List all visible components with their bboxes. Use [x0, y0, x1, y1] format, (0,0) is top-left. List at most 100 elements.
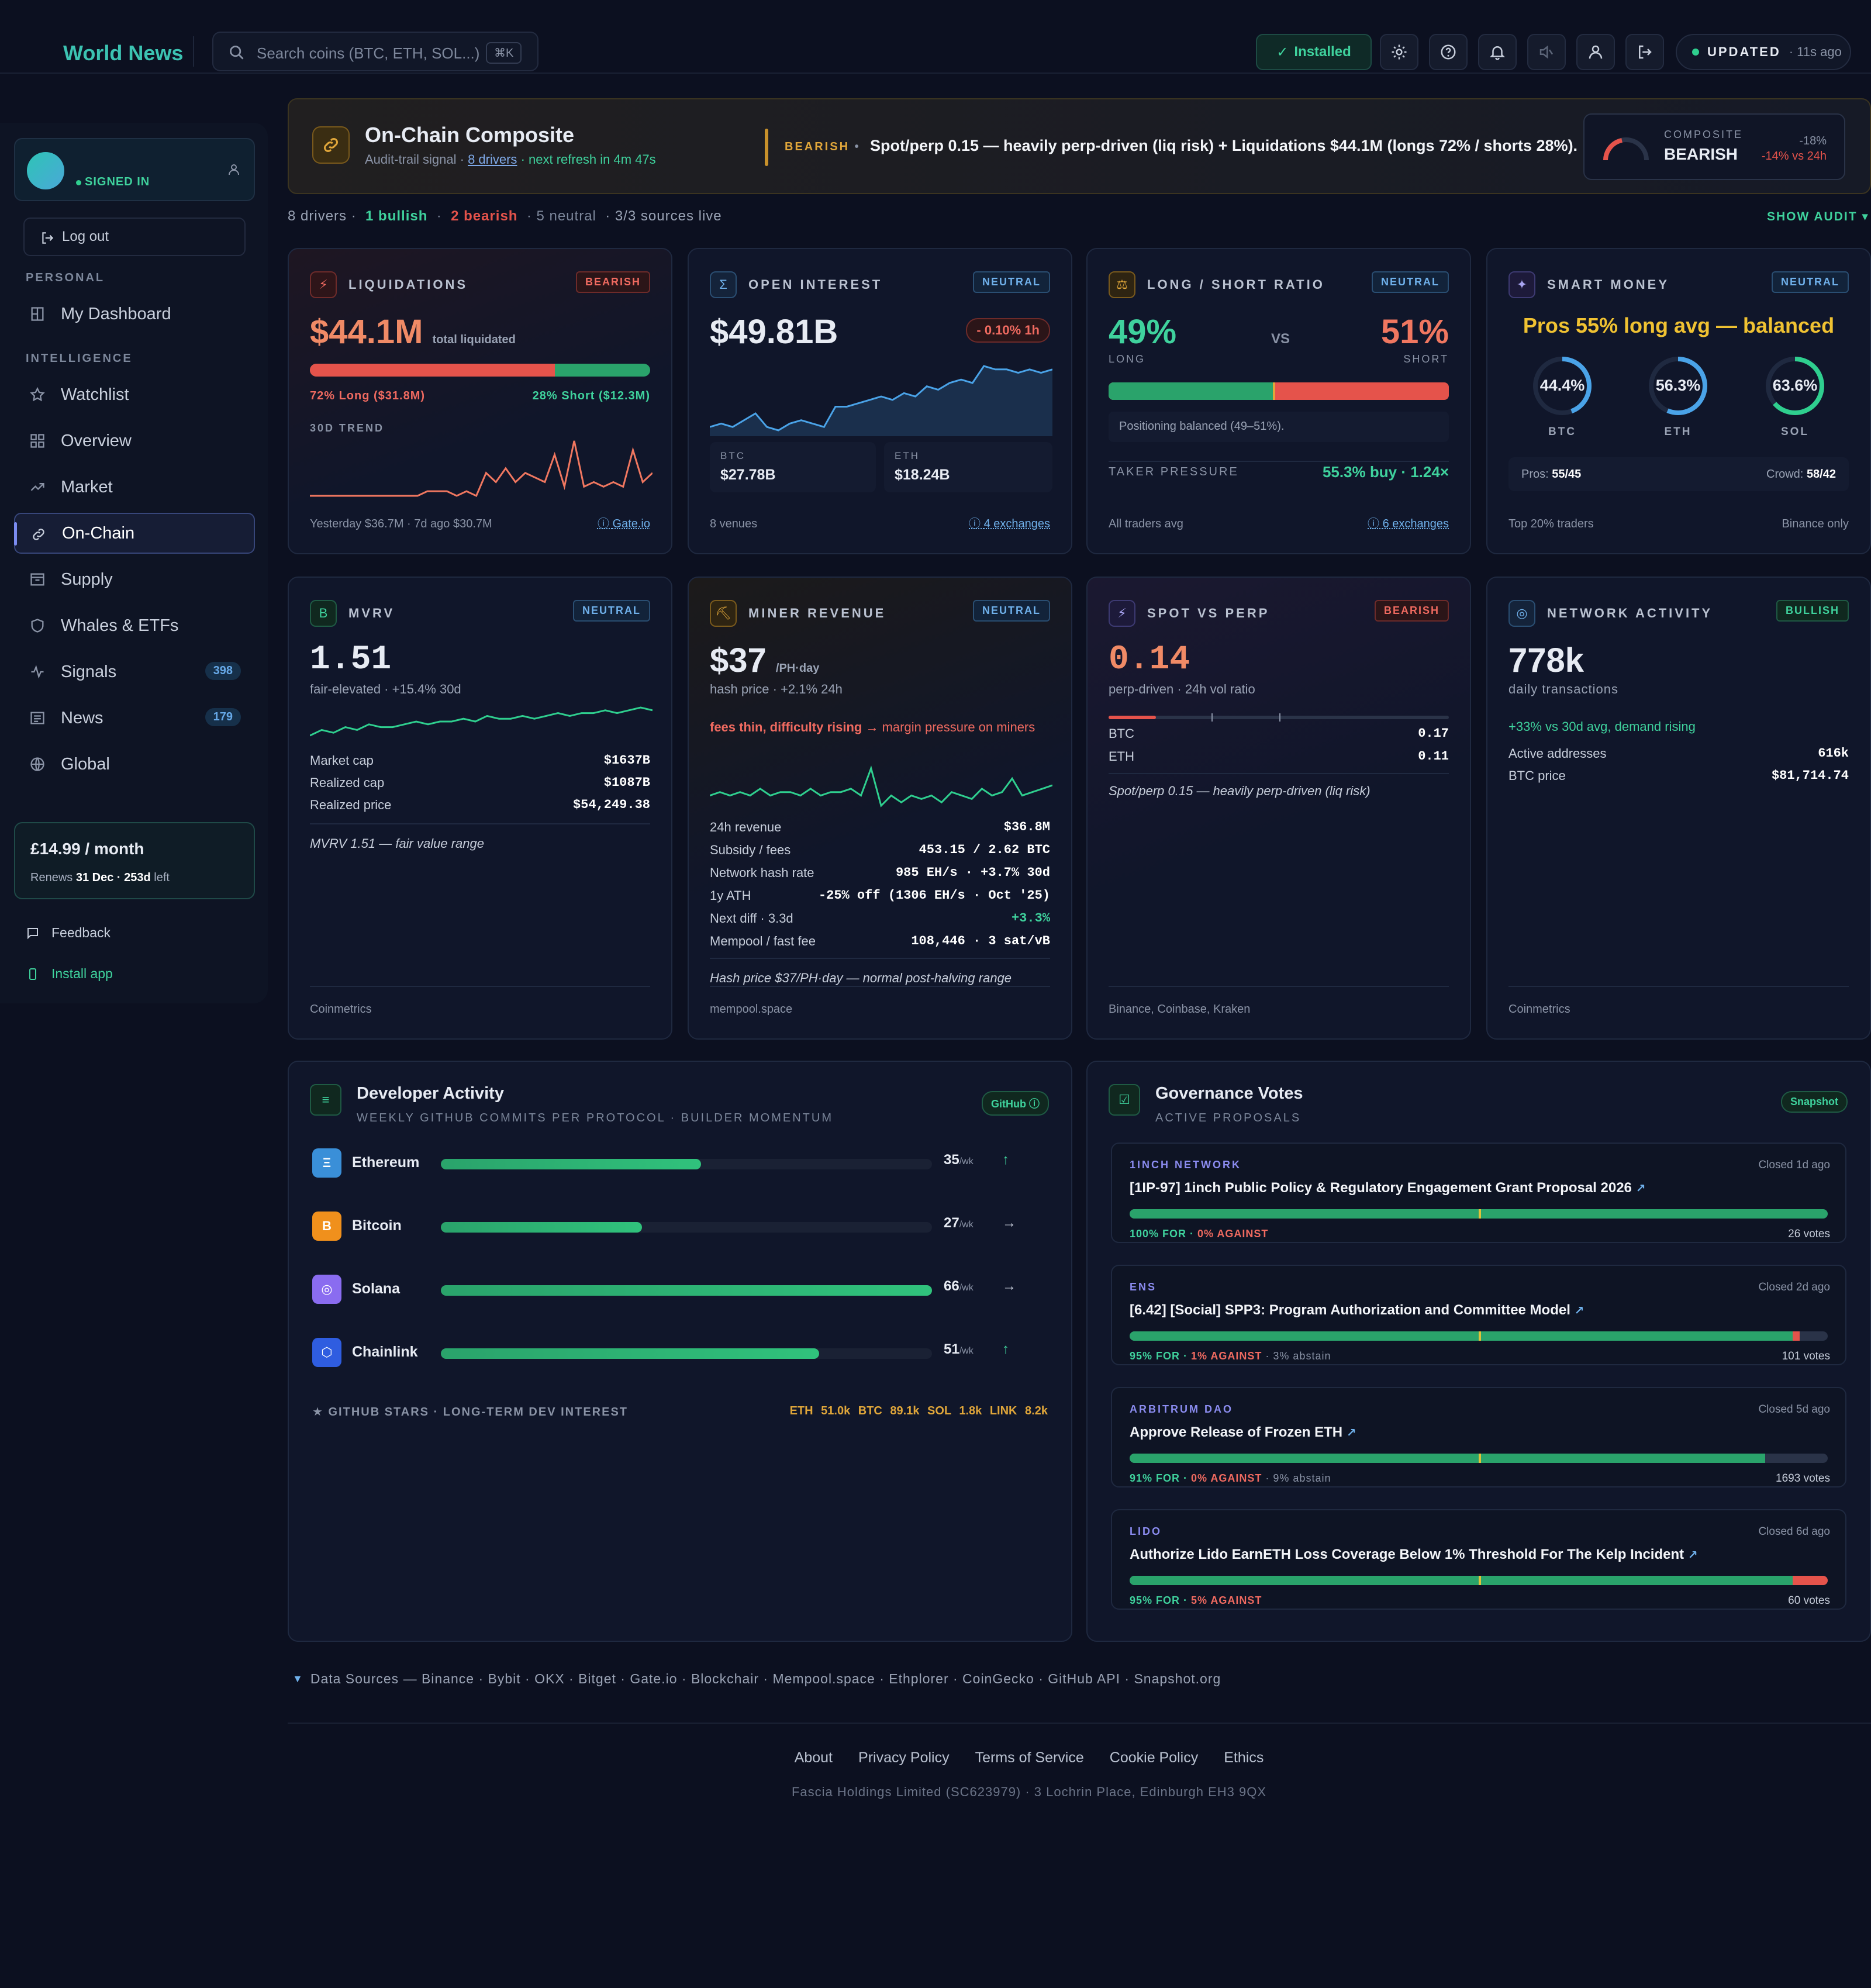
profile-button[interactable] [1576, 34, 1615, 70]
neutral-count: · 5 neutral [526, 208, 596, 224]
proposal-org: ENS [1130, 1281, 1157, 1293]
vote-split: 100% FOR · 0% AGAINST [1130, 1228, 1269, 1240]
sidebar-item-global[interactable]: Global [14, 744, 255, 785]
proposal-title[interactable]: Authorize Lido EarnETH Loss Coverage Bel… [1130, 1547, 1698, 1563]
liquidations-card[interactable]: ⚡ LIQUIDATIONS BEARISH $44.1M total liqui… [288, 248, 672, 554]
dev-row-ethereum[interactable]: Ξ Ethereum 35/wk ↑ [312, 1146, 1048, 1180]
source-link[interactable]: ⓘ 4 exchanges [969, 514, 1050, 531]
status-badge: NEUTRAL [973, 271, 1050, 293]
stars-eth: ETH 51.0k [789, 1404, 851, 1417]
search-input[interactable]: Search coins (BTC, ETH, SOL...) ⌘K [212, 32, 538, 71]
drivers-link[interactable]: 8 drivers [468, 152, 517, 167]
positioning-note: Positioning balanced (49–51%). [1109, 412, 1449, 442]
sparkline-path [710, 765, 1052, 807]
github-badge[interactable]: GitHub ⓘ [982, 1091, 1049, 1116]
user-card[interactable]: SIGNED IN [14, 138, 255, 201]
sidebar-item-market[interactable]: Market [14, 467, 255, 508]
proposal-title[interactable]: Approve Release of Frozen ETH ↗ [1130, 1424, 1356, 1441]
help-button[interactable] [1429, 34, 1468, 70]
svp-sub: perp-driven · 24h vol ratio [1109, 682, 1255, 696]
privacy-link[interactable]: Privacy Policy [858, 1749, 950, 1766]
cookie-link[interactable]: Cookie Policy [1110, 1749, 1198, 1766]
sub-text: Audit-trail signal · [365, 152, 464, 167]
sidebar-item-supply[interactable]: Supply [14, 559, 255, 600]
settings-button[interactable] [1380, 34, 1418, 70]
proposal-card[interactable]: 1INCH NETWORK Closed 1d ago [1IP-97] 1inch… [1111, 1143, 1846, 1243]
na-value: 778k [1508, 641, 1585, 679]
driver-summary: 8 drivers · 1 bullish · 2 bearish · 5 ne… [288, 208, 722, 225]
dev-row-chainlink[interactable]: ⬡ Chainlink 51/wk ↑ [312, 1335, 1048, 1369]
show-audit-button[interactable]: SHOW AUDIT ▾ [1767, 209, 1869, 224]
divider [1109, 986, 1449, 987]
solana-icon: ◎ [312, 1275, 341, 1304]
install-app-link[interactable]: Install app [26, 966, 113, 982]
ethics-link[interactable]: Ethics [1224, 1749, 1264, 1766]
proposal-card[interactable]: LIDO Closed 6d ago Authorize Lido EarnETH … [1111, 1509, 1846, 1610]
vs-label: VS [1271, 331, 1290, 347]
gear-icon [1392, 44, 1407, 60]
snapshot-badge[interactable]: Snapshot [1780, 1091, 1848, 1113]
sparkline-path [310, 440, 653, 498]
tick [1279, 713, 1280, 722]
source-link[interactable]: ⓘ 6 exchanges [1368, 514, 1449, 531]
plan-renewal: Renews 31 Dec · 253d left [30, 871, 170, 885]
stars-sol: SOL 1.8k [927, 1404, 982, 1417]
stat-value: 108,446 · 3 sat/vB [911, 934, 1050, 948]
subscription-card[interactable]: £14.99 / month Renews 31 Dec · 253d left [14, 822, 255, 899]
ring-value: 44.4% [1539, 377, 1585, 394]
smart-money-card[interactable]: ✦ SMART MONEY NEUTRAL Pros 55% long avg —… [1486, 248, 1871, 554]
external-link-icon: ↗ [1635, 1182, 1646, 1195]
trend-label: 30D TREND [310, 422, 385, 434]
spot-vs-perp-card[interactable]: ⚡ SPOT VS PERP BEARISH 0.14 perp-driven ·… [1086, 577, 1471, 1040]
miner-revenue-card[interactable]: ⛏ MINER REVENUE NEUTRAL $37 /PH·day hash … [688, 577, 1072, 1040]
sidebar-item-my-dashboard[interactable]: My Dashboard [14, 294, 255, 334]
sidebar-item-signals[interactable]: Signals 398 [14, 651, 255, 692]
sidebar-item-watchlist[interactable]: Watchlist [14, 374, 255, 415]
for-fill [1130, 1331, 1793, 1341]
plan-price: £14.99 / month [30, 840, 144, 858]
sidebar-item-overview[interactable]: Overview [14, 420, 255, 461]
commit-track [441, 1348, 932, 1359]
mvrv-sparkline [310, 706, 653, 737]
protocol-name: Ethereum [352, 1154, 420, 1171]
card-title: LIQUIDATIONS [348, 277, 468, 292]
for-fill [1130, 1454, 1765, 1463]
ethereum-icon: Ξ [312, 1148, 341, 1178]
composite-value: BEARISH [1664, 145, 1738, 163]
svp-note: Spot/perp 0.15 — heavily perp-driven (li… [1109, 784, 1371, 798]
ring-value: 63.6% [1772, 377, 1818, 394]
proposal-card[interactable]: ENS Closed 2d ago [6.42] [Social] SPP3: Pr… [1111, 1265, 1846, 1365]
dev-row-bitcoin[interactable]: B Bitcoin 27/wk → [312, 1209, 1048, 1243]
oi-area-chart [710, 365, 1052, 436]
mvrv-card[interactable]: B MVRV NEUTRAL 1.51 fair-elevated · +15.4… [288, 577, 672, 1040]
open-interest-card[interactable]: Σ OPEN INTEREST NEUTRAL $49.81B - 0.10% 1… [688, 248, 1072, 554]
sidebar-item-on-chain[interactable]: On-Chain [14, 513, 255, 554]
sidebar-item-news[interactable]: News 179 [14, 698, 255, 738]
card-footer: Top 20% traders [1508, 517, 1594, 530]
app-logo[interactable]: World News [63, 41, 183, 65]
feedback-link[interactable]: Feedback [26, 925, 111, 941]
proposal-title[interactable]: [6.42] [Social] SPP3: Program Authorizat… [1130, 1302, 1584, 1319]
nav-label: On-Chain [62, 523, 135, 543]
logout-button[interactable]: Log out [23, 218, 246, 256]
miner-sub: hash price · +2.1% 24h [710, 682, 843, 696]
terms-link[interactable]: Terms of Service [975, 1749, 1084, 1766]
notifications-button[interactable] [1478, 34, 1517, 70]
stars-label: ★ GITHUB STARS · LONG-TERM DEV INTEREST [312, 1406, 629, 1418]
proposal-title[interactable]: [1IP-97] 1inch Public Policy & Regulator… [1130, 1180, 1645, 1196]
network-activity-card[interactable]: ◎ NETWORK ACTIVITY BULLISH 778k daily tra… [1486, 577, 1871, 1040]
about-link[interactable]: About [795, 1749, 833, 1766]
card-header: ◎ NETWORK ACTIVITY [1508, 600, 1713, 627]
composite-score-box[interactable]: COMPOSITE BEARISH -18% -14% vs 24h [1583, 113, 1845, 180]
dev-row-solana[interactable]: ◎ Solana 66/wk → [312, 1272, 1048, 1306]
signout-button[interactable] [1625, 34, 1664, 70]
stars-btc: BTC 89.1k [858, 1404, 920, 1417]
sidebar-item-whales-etfs[interactable]: Whales & ETFs [14, 605, 255, 646]
sound-button[interactable] [1527, 34, 1566, 70]
stat-label: BTC price [1508, 768, 1566, 783]
proposal-card[interactable]: ARBITRUM DAO Closed 5d ago Approve Release… [1111, 1387, 1846, 1487]
long-short-card[interactable]: ⚖ LONG / SHORT RATIO NEUTRAL 49% VS 51% L… [1086, 248, 1471, 554]
installed-button[interactable]: ✓ Installed [1256, 34, 1372, 70]
data-sources-toggle[interactable]: ▼ Data Sources — Binance · Bybit · OKX · … [292, 1671, 1221, 1687]
source-link[interactable]: ⓘ Gate.io [598, 514, 650, 531]
